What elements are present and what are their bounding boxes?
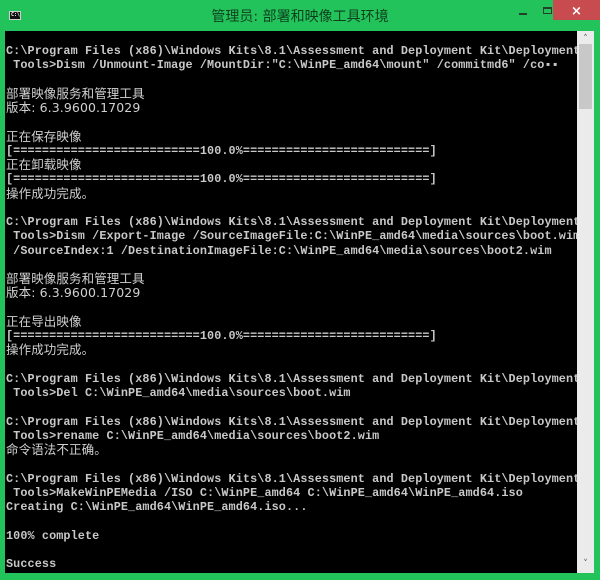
console-line: Creating C:\WinPE_amd64\WinPE_amd64.iso.… (6, 500, 308, 514)
console-line: 部署映像服务和管理工具 (6, 85, 145, 101)
console-line: Tools>rename C:\WinPE_amd64\media\source… (6, 428, 380, 443)
console-line: [==========================100.0%=======… (6, 143, 437, 158)
scroll-down-arrow-icon[interactable]: ˅ (577, 558, 594, 571)
console-line: Tools>Del C:\WinPE_amd64\media\sources\b… (6, 386, 351, 400)
console-line: C:\Program Files (x86)\Windows Kits\8.1\… (6, 44, 577, 58)
console-text: C:\Program Files (x86)\Windows Kits\8.1\… (6, 44, 577, 571)
console-output[interactable]: C:\Program Files (x86)\Windows Kits\8.1\… (5, 31, 577, 573)
minimize-icon (519, 13, 527, 15)
console-line: 正在卸载映像 (6, 157, 82, 172)
console-line: 版本: 6.3.9600.17029 (6, 100, 141, 115)
scrollbar-thumb[interactable] (579, 44, 592, 109)
console-line: Success (6, 557, 57, 571)
console-line: Tools>Dism /Unmount-Image /MountDir:"C:\… (6, 58, 559, 73)
close-button[interactable]: × (553, 0, 600, 20)
console-line: C:\Program Files (x86)\Windows Kits\8.1\… (6, 215, 577, 229)
console-line: Tools>MakeWinPEMedia /ISO C:\WinPE_amd64… (6, 485, 523, 500)
console-line: 100% complete (6, 528, 100, 543)
console-line: C:\Program Files (x86)\Windows Kits\8.1\… (6, 414, 577, 429)
console-line: [==========================100.0%=======… (6, 329, 437, 343)
console-line: 命令语法不正确。 (6, 442, 107, 457)
console-line: 操作成功完成。 (6, 342, 95, 358)
maximize-icon (543, 7, 552, 14)
console-line: [==========================100.0%=======… (6, 172, 437, 187)
minimize-button[interactable] (510, 0, 536, 22)
console-line: 版本: 6.3.9600.17029 (6, 285, 141, 301)
close-icon: × (571, 4, 582, 19)
console-line: C:\Program Files (x86)\Windows Kits\8.1\… (6, 371, 577, 386)
console-line: 操作成功完成。 (6, 185, 95, 201)
title-bar[interactable]: C:\ 管理员: 部署和映像工具环境 × (0, 0, 600, 31)
console-line: 正在保存映像 (6, 128, 82, 144)
console-line: 部署映像服务和管理工具 (6, 271, 145, 286)
console-window: C:\ 管理员: 部署和映像工具环境 × C:\Program Files (x… (0, 0, 600, 580)
console-line: /SourceIndex:1 /DestinationImageFile:C:\… (6, 243, 552, 258)
console-line: Tools>Dism /Export-Image /SourceImageFil… (6, 229, 577, 244)
vertical-scrollbar[interactable]: ˄ ˅ (577, 31, 594, 573)
console-line: 正在导出映像 (6, 313, 82, 329)
console-line: C:\Program Files (x86)\Windows Kits\8.1\… (6, 471, 577, 486)
